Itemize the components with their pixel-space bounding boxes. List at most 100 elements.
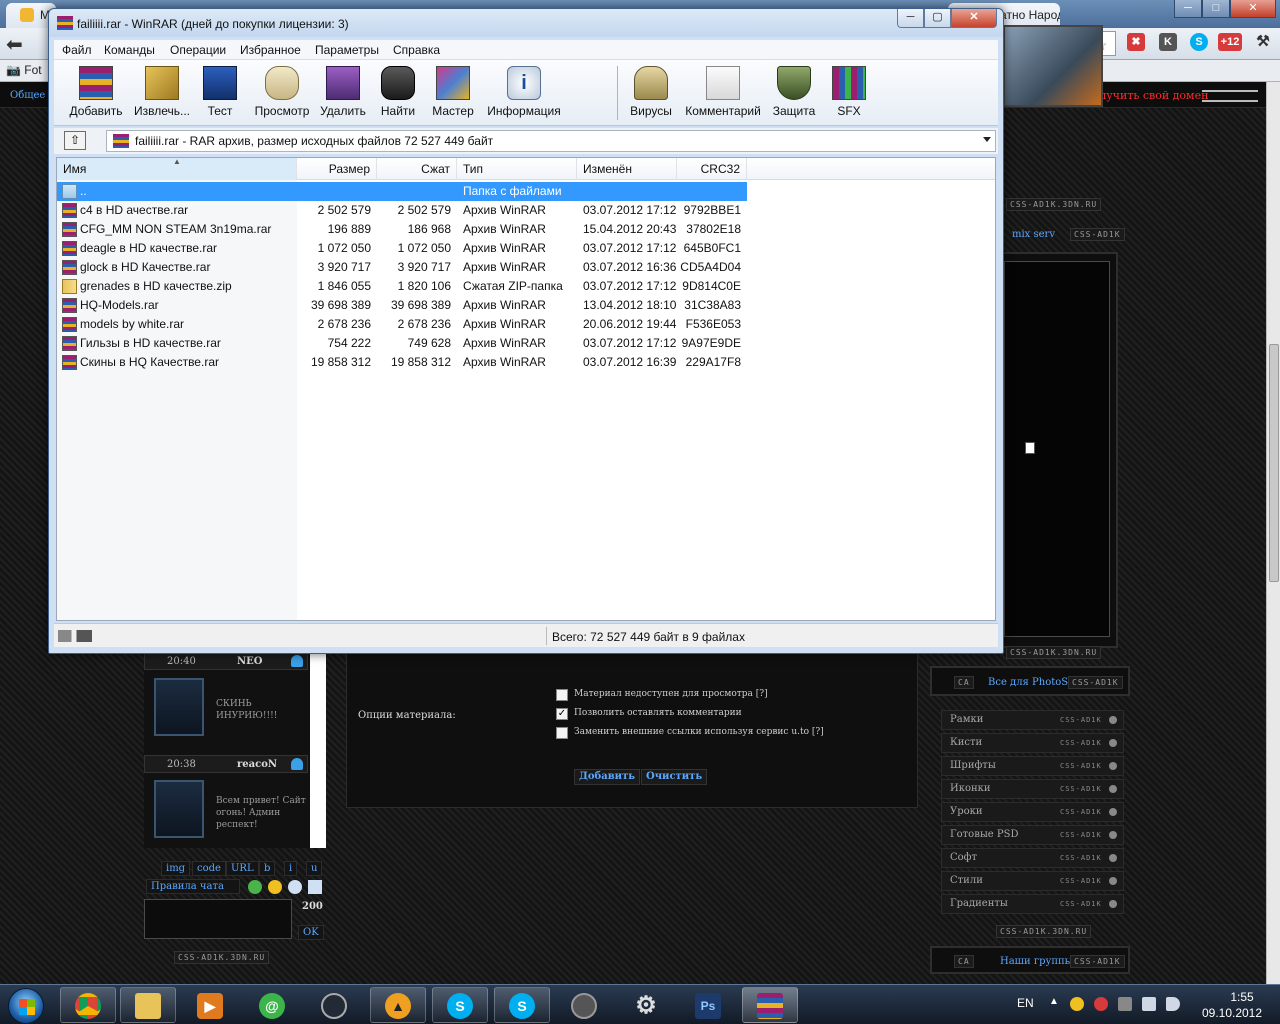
menu-options[interactable]: Параметры	[315, 43, 379, 57]
winrar-titlebar[interactable]: failiiii.rar - WinRAR (дней до покупки л…	[49, 9, 1003, 37]
groups-link[interactable]: Наши группы	[1000, 956, 1073, 967]
path-field[interactable]: failiiii.rar - RAR архив, размер исходны…	[106, 130, 996, 152]
file-row[interactable]: c4 в HD ачестве.rar 2 502 579 2 502 579 …	[57, 201, 747, 220]
category-item[interactable]: Рамки CSS-AD1K	[941, 710, 1124, 730]
user-icon[interactable]	[291, 758, 303, 770]
smiley-icon[interactable]	[268, 880, 282, 894]
refresh-icon[interactable]	[248, 880, 262, 894]
extract-toolbar-button[interactable]: Извлечь...	[130, 60, 194, 126]
bbcode-b-button[interactable]: b	[259, 861, 276, 876]
bbcode-i-button[interactable]: i	[284, 861, 298, 876]
file-row[interactable]: glock в HD Качестве.rar 3 920 717 3 920 …	[57, 258, 747, 277]
file-row[interactable]: models by white.rar 2 678 236 2 678 236 …	[57, 315, 747, 334]
file-row[interactable]: grenades в HD качестве.zip 1 846 055 1 8…	[57, 277, 747, 296]
find-toolbar-button[interactable]: Найти	[374, 60, 422, 126]
site-nav-link[interactable]: Общее	[10, 90, 45, 101]
chat-nick[interactable]: NEO	[237, 656, 262, 667]
browser-maximize-button[interactable]: □	[1202, 0, 1230, 18]
bbcode-code-button[interactable]: code	[192, 861, 226, 876]
start-button[interactable]	[8, 988, 44, 1024]
taskbar-mail-agent[interactable]: @	[244, 987, 300, 1023]
add-toolbar-button[interactable]: Добавить	[64, 60, 128, 126]
file-row-parent[interactable]: .. Папка с файлами	[57, 182, 747, 201]
file-row[interactable]: Гильзы в HD качестве.rar 754 222 749 628…	[57, 334, 747, 353]
chat-input[interactable]	[144, 899, 292, 939]
add-button[interactable]: Добавить	[574, 769, 641, 785]
file-row[interactable]: Скины в HQ Качестве.rar 19 858 312 19 85…	[57, 353, 747, 372]
column-header-type[interactable]: Тип	[457, 158, 577, 180]
clear-button[interactable]: Очистить	[641, 769, 708, 785]
extension-icon[interactable]: ✖	[1127, 33, 1145, 51]
bookmark-item[interactable]: 📷 Fot	[6, 63, 42, 77]
menu-operations[interactable]: Операции	[170, 43, 226, 57]
browser-minimize-button[interactable]: ─	[1174, 0, 1202, 18]
bbcode-u-button[interactable]: u	[306, 861, 323, 876]
taskbar-chrome[interactable]	[60, 987, 116, 1023]
mix-serv-link[interactable]: mix serv	[1012, 229, 1055, 240]
back-arrow-icon[interactable]: ⬅	[6, 32, 23, 57]
file-row[interactable]: CFG_MM NON STEAM 3n19ma.rar 196 889 186 …	[57, 220, 747, 239]
taskbar-steam[interactable]	[306, 987, 362, 1023]
category-item[interactable]: Градиенты CSS-AD1K	[941, 894, 1124, 914]
wrench-icon[interactable]: ⚒	[1254, 33, 1272, 51]
show-hidden-icons-arrow[interactable]: ▲	[1049, 996, 1059, 1007]
category-item[interactable]: Уроки CSS-AD1K	[941, 802, 1124, 822]
clock-date[interactable]: 09.10.2012	[1196, 1006, 1268, 1020]
column-header-packed[interactable]: Сжат	[377, 158, 457, 180]
taskbar-camera-app[interactable]	[556, 987, 612, 1023]
bbcode-url-button[interactable]: URL	[226, 861, 259, 876]
file-list[interactable]: Имя ▲ Размер Сжат Тип Изменён CRC32 .. П…	[56, 157, 996, 621]
file-row[interactable]: HQ-Models.rar 39 698 389 39 698 389 Архи…	[57, 296, 747, 315]
menu-commands[interactable]: Команды	[104, 43, 155, 57]
page-scrollbar-thumb[interactable]	[1269, 344, 1279, 582]
taskbar-settings[interactable]: ⚙	[618, 987, 674, 1023]
network-icon[interactable]	[1142, 997, 1156, 1011]
menu-help[interactable]: Справка	[393, 43, 440, 57]
menu-file[interactable]: Файл	[62, 43, 92, 57]
checkbox-replace-links[interactable]	[556, 727, 568, 739]
file-row[interactable]: deagle в HD качестве.rar 1 072 050 1 072…	[57, 239, 747, 258]
tray-app-icon[interactable]	[1070, 997, 1084, 1011]
protect-toolbar-button[interactable]: Защита	[768, 60, 820, 126]
maximize-button[interactable]: ▢	[924, 9, 951, 28]
sfx-toolbar-button[interactable]: SFX	[826, 60, 872, 126]
chat-rules-link[interactable]: Правила чата	[146, 879, 240, 894]
taskbar-skype[interactable]: S	[432, 987, 488, 1023]
taskbar-explorer[interactable]	[120, 987, 176, 1023]
bbcode-img-button[interactable]: img	[161, 861, 191, 876]
virus-scan-toolbar-button[interactable]: Вирусы	[626, 60, 676, 126]
dropdown-arrow-icon[interactable]	[983, 137, 991, 142]
view-toolbar-button[interactable]: Просмотр	[250, 60, 314, 126]
kaspersky-icon[interactable]: K	[1159, 33, 1177, 51]
volume-icon[interactable]	[1166, 997, 1180, 1011]
skype-extension-icon[interactable]: S	[1190, 33, 1208, 51]
taskbar-aimp[interactable]: ▲	[370, 987, 426, 1023]
category-item[interactable]: Готовые PSD CSS-AD1K	[941, 825, 1124, 845]
info-toolbar-button[interactable]: i Информация	[484, 60, 564, 126]
column-header-crc[interactable]: CRC32	[677, 158, 747, 180]
site-slider-widget[interactable]	[1202, 90, 1258, 102]
checkbox-allow-comments[interactable]: ✓	[556, 708, 568, 720]
minimize-button[interactable]: ─	[897, 9, 924, 28]
delete-toolbar-button[interactable]: Удалить	[318, 60, 368, 126]
column-header-modified[interactable]: Изменён	[577, 158, 677, 180]
drive-key-icon[interactable]	[58, 630, 92, 642]
column-header-size[interactable]: Размер	[297, 158, 377, 180]
taskbar-skype-2[interactable]: S	[494, 987, 550, 1023]
wizard-toolbar-button[interactable]: Мастер	[428, 60, 478, 126]
clock-time[interactable]: 1:55	[1216, 990, 1268, 1004]
user-icon[interactable]	[291, 655, 303, 667]
category-item[interactable]: Шрифты CSS-AD1K	[941, 756, 1124, 776]
chat-nick[interactable]: reacoN	[237, 759, 277, 770]
taskbar-photoshop[interactable]: Ps	[680, 987, 736, 1023]
category-item[interactable]: Кисти CSS-AD1K	[941, 733, 1124, 753]
tray-antivirus-icon[interactable]	[1094, 997, 1108, 1011]
taskbar-media-player[interactable]: ▶	[182, 987, 238, 1023]
window-icon[interactable]	[308, 880, 322, 894]
test-toolbar-button[interactable]: Тест	[200, 60, 240, 126]
chat-bubble-icon[interactable]	[288, 880, 302, 894]
up-folder-button[interactable]: ⇧	[64, 131, 86, 150]
column-header-name[interactable]: Имя ▲	[57, 157, 297, 180]
language-indicator[interactable]: EN	[1017, 996, 1034, 1010]
checkbox-unavailable[interactable]	[556, 689, 568, 701]
